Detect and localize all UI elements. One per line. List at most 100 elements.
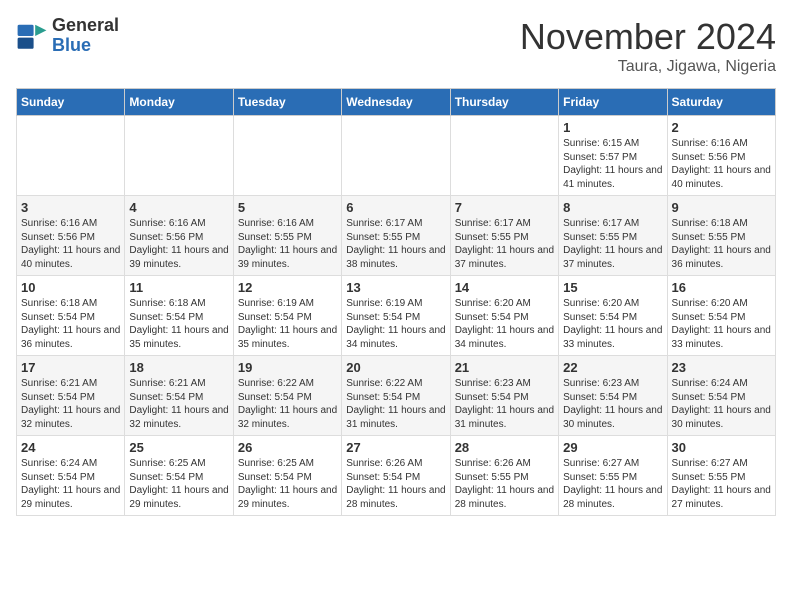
calendar-cell [17, 116, 125, 196]
calendar-cell: 26 Sunrise: 6:25 AM Sunset: 5:54 PM Dayli… [233, 436, 341, 516]
calendar-cell: 24Sunrise: 6:24 AM Sunset: 5:54 PM Dayli… [17, 436, 125, 516]
month-title: November 2024 [520, 16, 776, 58]
day-number: 28 [455, 440, 554, 455]
day-number: 26 [238, 440, 337, 455]
calendar-cell: 21Sunrise: 6:23 AM Sunset: 5:54 PM Dayli… [450, 356, 558, 436]
day-info: Sunrise: 6:25 AM Sunset: 5:54 PM Dayligh… [129, 457, 228, 511]
day-info: Sunrise: 6:20 AM Sunset: 5:54 PM Dayligh… [672, 297, 771, 351]
logo-general: General [52, 16, 119, 36]
day-info: Sunrise: 6:22 AM Sunset: 5:54 PM Dayligh… [238, 377, 337, 431]
day-info: Sunrise: 6:27 AM Sunset: 5:55 PM Dayligh… [672, 457, 771, 511]
day-info: Sunrise: 6:16 AM Sunset: 5:56 PM Dayligh… [21, 217, 120, 271]
calendar-cell: 17 Sunrise: 6:21 AM Sunset: 5:54 PM Dayli… [17, 356, 125, 436]
day-info: Sunrise: 6:26 AM Sunset: 5:54 PM Dayligh… [346, 457, 445, 511]
day-number: 7 [455, 200, 554, 215]
day-info: Sunrise: 6:23 AM Sunset: 5:54 PM Dayligh… [563, 377, 662, 431]
calendar-cell: 20Sunrise: 6:22 AM Sunset: 5:54 PM Dayli… [342, 356, 450, 436]
week-row-1: 1 Sunrise: 6:15 AM Sunset: 5:57 PM Daylig… [17, 116, 776, 196]
calendar-cell: 8 Sunrise: 6:17 AM Sunset: 5:55 PM Daylig… [559, 196, 667, 276]
calendar-cell: 19 Sunrise: 6:22 AM Sunset: 5:54 PM Dayli… [233, 356, 341, 436]
day-number: 29 [563, 440, 662, 455]
calendar-cell: 27Sunrise: 6:26 AM Sunset: 5:54 PM Dayli… [342, 436, 450, 516]
location: Taura, Jigawa, Nigeria [520, 58, 776, 76]
calendar-cell: 23 Sunrise: 6:24 AM Sunset: 5:54 PM Dayli… [667, 356, 775, 436]
day-info: Sunrise: 6:21 AM Sunset: 5:54 PM Dayligh… [21, 377, 120, 431]
day-info: Sunrise: 6:16 AM Sunset: 5:56 PM Dayligh… [129, 217, 228, 271]
day-number: 9 [672, 200, 771, 215]
week-row-4: 17 Sunrise: 6:21 AM Sunset: 5:54 PM Dayli… [17, 356, 776, 436]
calendar-cell: 2Sunrise: 6:16 AM Sunset: 5:56 PM Daylig… [667, 116, 775, 196]
day-number: 10 [21, 280, 120, 295]
calendar-cell: 16 Sunrise: 6:20 AM Sunset: 5:54 PM Dayli… [667, 276, 775, 356]
day-number: 12 [238, 280, 337, 295]
col-thursday: Thursday [450, 89, 558, 116]
calendar-cell: 5Sunrise: 6:16 AM Sunset: 5:55 PM Daylig… [233, 196, 341, 276]
day-number: 15 [563, 280, 662, 295]
col-saturday: Saturday [667, 89, 775, 116]
calendar-table: Sunday Monday Tuesday Wednesday Thursday… [16, 88, 776, 516]
day-info: Sunrise: 6:17 AM Sunset: 5:55 PM Dayligh… [455, 217, 554, 271]
day-number: 25 [129, 440, 228, 455]
calendar-cell: 9 Sunrise: 6:18 AM Sunset: 5:55 PM Daylig… [667, 196, 775, 276]
col-friday: Friday [559, 89, 667, 116]
day-number: 22 [563, 360, 662, 375]
calendar-cell: 7 Sunrise: 6:17 AM Sunset: 5:55 PM Daylig… [450, 196, 558, 276]
day-info: Sunrise: 6:18 AM Sunset: 5:55 PM Dayligh… [672, 217, 771, 271]
day-number: 3 [21, 200, 120, 215]
day-number: 16 [672, 280, 771, 295]
day-number: 13 [346, 280, 445, 295]
calendar-cell: 6Sunrise: 6:17 AM Sunset: 5:55 PM Daylig… [342, 196, 450, 276]
calendar-cell: 22 Sunrise: 6:23 AM Sunset: 5:54 PM Dayli… [559, 356, 667, 436]
logo: General Blue [16, 16, 119, 56]
day-number: 4 [129, 200, 228, 215]
calendar-cell: 10 Sunrise: 6:18 AM Sunset: 5:54 PM Dayli… [17, 276, 125, 356]
calendar-cell: 4 Sunrise: 6:16 AM Sunset: 5:56 PM Daylig… [125, 196, 233, 276]
day-info: Sunrise: 6:27 AM Sunset: 5:55 PM Dayligh… [563, 457, 662, 511]
calendar-cell: 12 Sunrise: 6:19 AM Sunset: 5:54 PM Dayli… [233, 276, 341, 356]
day-info: Sunrise: 6:26 AM Sunset: 5:55 PM Dayligh… [455, 457, 554, 511]
title-block: November 2024 Taura, Jigawa, Nigeria [520, 16, 776, 76]
calendar-cell: 13Sunrise: 6:19 AM Sunset: 5:54 PM Dayli… [342, 276, 450, 356]
day-number: 6 [346, 200, 445, 215]
day-number: 17 [21, 360, 120, 375]
day-info: Sunrise: 6:25 AM Sunset: 5:54 PM Dayligh… [238, 457, 337, 511]
day-number: 5 [238, 200, 337, 215]
calendar-cell: 18 Sunrise: 6:21 AM Sunset: 5:54 PM Dayli… [125, 356, 233, 436]
calendar-cell: 30Sunrise: 6:27 AM Sunset: 5:55 PM Dayli… [667, 436, 775, 516]
calendar-cell [125, 116, 233, 196]
day-number: 23 [672, 360, 771, 375]
day-number: 8 [563, 200, 662, 215]
day-info: Sunrise: 6:22 AM Sunset: 5:54 PM Dayligh… [346, 377, 445, 431]
col-sunday: Sunday [17, 89, 125, 116]
day-number: 14 [455, 280, 554, 295]
week-row-5: 24Sunrise: 6:24 AM Sunset: 5:54 PM Dayli… [17, 436, 776, 516]
week-row-2: 3 Sunrise: 6:16 AM Sunset: 5:56 PM Daylig… [17, 196, 776, 276]
day-number: 24 [21, 440, 120, 455]
calendar-cell: 25 Sunrise: 6:25 AM Sunset: 5:54 PM Dayli… [125, 436, 233, 516]
day-info: Sunrise: 6:17 AM Sunset: 5:55 PM Dayligh… [563, 217, 662, 271]
day-info: Sunrise: 6:18 AM Sunset: 5:54 PM Dayligh… [129, 297, 228, 351]
calendar-cell: 15 Sunrise: 6:20 AM Sunset: 5:54 PM Dayli… [559, 276, 667, 356]
logo-blue: Blue [52, 36, 119, 56]
col-wednesday: Wednesday [342, 89, 450, 116]
logo-icon [16, 20, 48, 52]
day-info: Sunrise: 6:19 AM Sunset: 5:54 PM Dayligh… [238, 297, 337, 351]
day-number: 18 [129, 360, 228, 375]
col-monday: Monday [125, 89, 233, 116]
day-info: Sunrise: 6:15 AM Sunset: 5:57 PM Dayligh… [563, 137, 662, 191]
calendar-cell [342, 116, 450, 196]
day-number: 21 [455, 360, 554, 375]
day-number: 1 [563, 120, 662, 135]
calendar-cell: 3 Sunrise: 6:16 AM Sunset: 5:56 PM Daylig… [17, 196, 125, 276]
day-info: Sunrise: 6:18 AM Sunset: 5:54 PM Dayligh… [21, 297, 120, 351]
day-info: Sunrise: 6:21 AM Sunset: 5:54 PM Dayligh… [129, 377, 228, 431]
calendar-cell [233, 116, 341, 196]
day-number: 11 [129, 280, 228, 295]
day-info: Sunrise: 6:20 AM Sunset: 5:54 PM Dayligh… [455, 297, 554, 351]
calendar-cell: 14 Sunrise: 6:20 AM Sunset: 5:54 PM Dayli… [450, 276, 558, 356]
day-info: Sunrise: 6:20 AM Sunset: 5:54 PM Dayligh… [563, 297, 662, 351]
day-info: Sunrise: 6:24 AM Sunset: 5:54 PM Dayligh… [672, 377, 771, 431]
day-number: 19 [238, 360, 337, 375]
calendar-cell: 29 Sunrise: 6:27 AM Sunset: 5:55 PM Dayli… [559, 436, 667, 516]
page-header: General Blue November 2024 Taura, Jigawa… [16, 16, 776, 76]
